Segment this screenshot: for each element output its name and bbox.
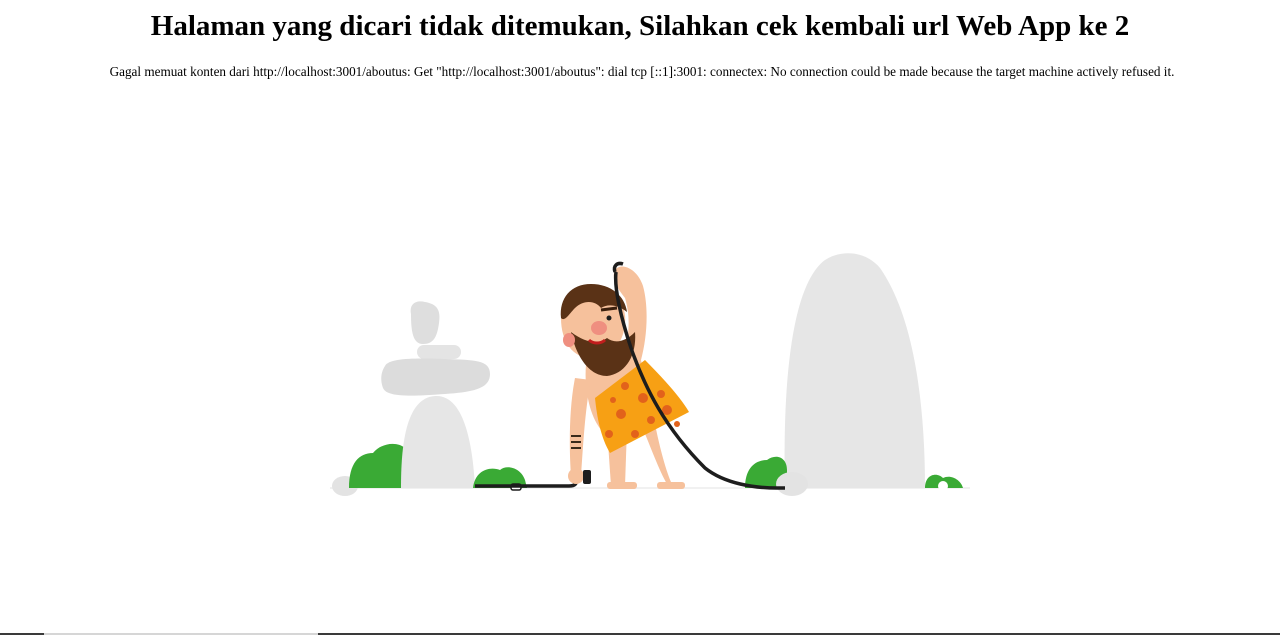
cable-plug-hand <box>583 470 591 484</box>
caveman-hand-left <box>568 468 584 484</box>
caveman-eyebrow <box>600 306 618 312</box>
cairn-rock-middle <box>381 358 490 396</box>
caveman-arm-left <box>569 378 591 476</box>
error-message: Gagal memuat konten dari http://localhos… <box>109 64 1175 79</box>
cairn-rock-small <box>417 345 461 359</box>
cairn-rock-top <box>410 301 440 344</box>
bush-left <box>349 443 407 488</box>
page-title: Halaman yang dicari tidak ditemukan, Sil… <box>150 10 1130 42</box>
caveman-eye <box>606 315 612 321</box>
tall-rock-right <box>784 253 925 488</box>
caveman-nose <box>591 321 607 335</box>
caveman-foot-left <box>607 482 637 489</box>
caveman-illustration <box>330 253 970 496</box>
bush-far-right-flower <box>938 481 948 491</box>
cairn-rock-base <box>401 395 475 488</box>
error-page: Halaman yang dicari tidak ditemukan, Sil… <box>0 0 1280 635</box>
small-rock-right <box>776 472 808 496</box>
caveman-ear <box>563 333 575 347</box>
caveman-foot-right <box>657 482 685 489</box>
